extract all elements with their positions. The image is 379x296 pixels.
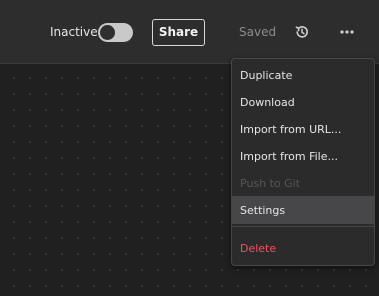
active-status-label: Inactive bbox=[50, 25, 98, 39]
share-button[interactable]: Share bbox=[152, 19, 205, 46]
active-toggle[interactable] bbox=[98, 23, 133, 42]
toggle-knob bbox=[100, 25, 115, 40]
menu-item-import-url[interactable]: Import from URL... bbox=[232, 116, 374, 143]
menu-item-import-file[interactable]: Import from File... bbox=[232, 143, 374, 170]
menu-divider bbox=[232, 226, 374, 227]
more-horizontal-icon[interactable] bbox=[339, 25, 355, 39]
top-toolbar: Inactive Share Saved bbox=[0, 0, 379, 64]
menu-item-download[interactable]: Download bbox=[232, 89, 374, 116]
workflow-editor: Inactive Share Saved Duplicate Download … bbox=[0, 0, 379, 296]
menu-item-duplicate[interactable]: Duplicate bbox=[232, 62, 374, 89]
more-options-menu: Duplicate Download Import from URL... Im… bbox=[231, 58, 375, 266]
menu-item-delete[interactable]: Delete bbox=[232, 235, 374, 262]
history-icon[interactable] bbox=[294, 24, 310, 40]
save-status: Saved bbox=[239, 25, 277, 39]
menu-item-push-to-git: Push to Git bbox=[240, 177, 301, 190]
menu-item-settings[interactable]: Settings bbox=[232, 197, 374, 224]
